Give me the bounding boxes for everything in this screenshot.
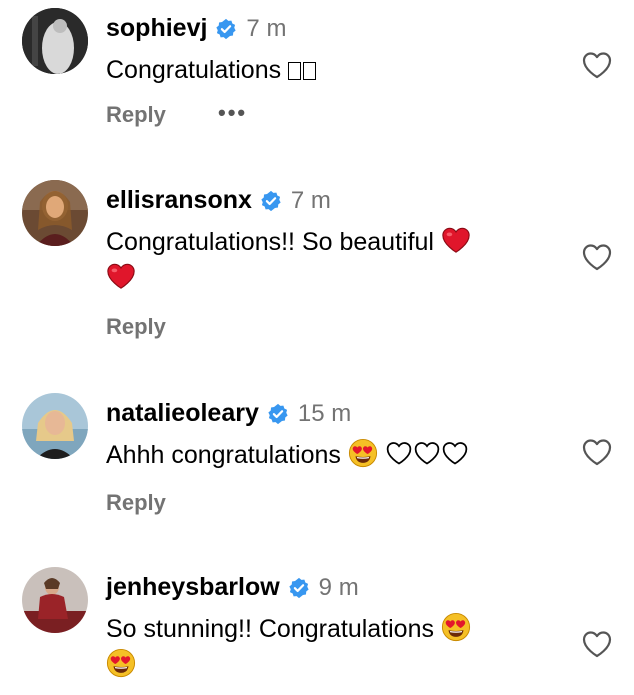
comment-text: Ahhh congratulations <box>106 437 546 473</box>
avatar-image <box>22 8 88 74</box>
timestamp: 9 m <box>318 573 359 601</box>
comment-text: So stunning!! Congratulations <box>106 611 546 683</box>
comment-text: Congratulations <box>106 52 546 88</box>
comment-body: So stunning!! Congratulations <box>106 615 434 643</box>
username[interactable]: sophievj <box>106 14 207 43</box>
comment-body: Congratulations <box>106 56 282 84</box>
verified-badge-icon <box>288 577 310 599</box>
avatar[interactable] <box>22 393 88 459</box>
comment-header: ellisransonx 7 m <box>106 186 331 215</box>
avatar[interactable] <box>22 567 88 633</box>
verified-badge-icon <box>215 18 237 40</box>
missing-glyph-icon <box>288 56 318 84</box>
more-options-icon[interactable]: ••• <box>218 100 247 126</box>
comment-header: natalieoleary 15 m <box>106 399 351 428</box>
red-heart-icon <box>106 261 136 291</box>
comment-text: Congratulations!! So beautiful <box>106 224 546 296</box>
like-heart-icon[interactable] <box>581 242 613 272</box>
username[interactable]: jenheysbarlow <box>106 573 280 602</box>
comment-header: sophievj 7 m <box>106 14 286 43</box>
avatar[interactable] <box>22 8 88 74</box>
avatar-image <box>22 393 88 459</box>
red-heart-icon <box>441 225 471 255</box>
timestamp: 15 m <box>297 399 352 427</box>
username[interactable]: ellisransonx <box>106 186 252 215</box>
white-heart-icon <box>441 439 469 467</box>
comment-body: Ahhh congratulations <box>106 441 341 469</box>
heart-eyes-emoji-icon <box>348 438 378 468</box>
white-heart-icon <box>413 439 441 467</box>
username[interactable]: natalieoleary <box>106 399 259 428</box>
comment-header: jenheysbarlow 9 m <box>106 573 359 602</box>
reply-button[interactable]: Reply <box>106 314 166 340</box>
like-heart-icon[interactable] <box>581 437 613 467</box>
like-heart-icon[interactable] <box>581 629 613 659</box>
reply-button[interactable]: Reply <box>106 490 166 516</box>
reply-button[interactable]: Reply <box>106 102 166 128</box>
verified-badge-icon <box>267 403 289 425</box>
verified-badge-icon <box>260 190 282 212</box>
avatar-image <box>22 180 88 246</box>
like-heart-icon[interactable] <box>581 50 613 80</box>
heart-eyes-emoji-icon <box>441 612 471 642</box>
avatar[interactable] <box>22 180 88 246</box>
heart-eyes-emoji-icon <box>106 648 136 678</box>
white-heart-icon <box>385 439 413 467</box>
timestamp: 7 m <box>290 186 331 214</box>
comment-body: Congratulations!! So beautiful <box>106 228 434 256</box>
avatar-image <box>22 567 88 633</box>
timestamp: 7 m <box>246 14 287 42</box>
